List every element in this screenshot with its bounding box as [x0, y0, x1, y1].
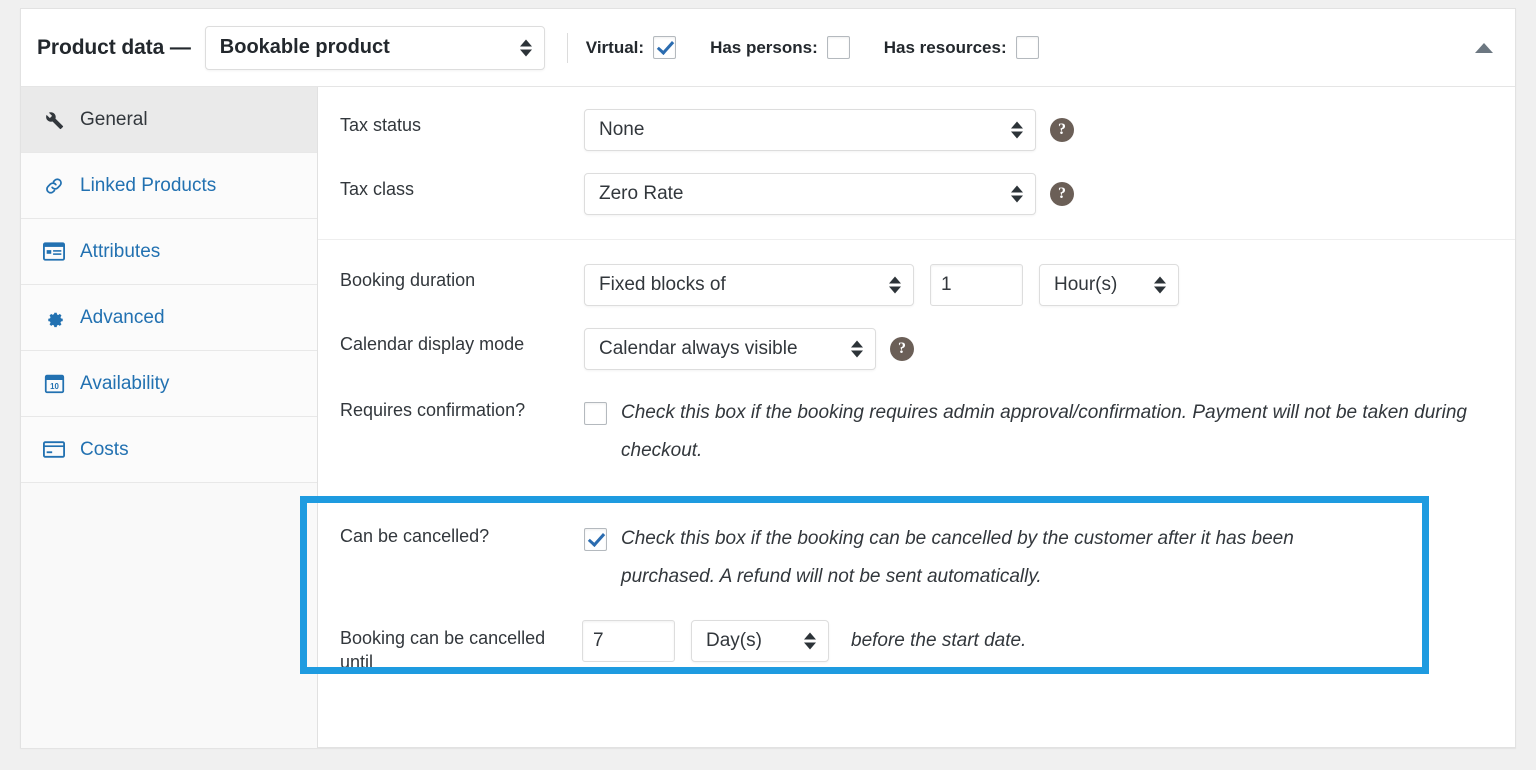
- card-icon: [41, 438, 67, 462]
- svg-text:10: 10: [50, 382, 59, 391]
- booking-duration-label: Booking duration: [340, 264, 584, 292]
- chevron-updown-icon: [804, 633, 816, 650]
- sidebar-item-label: General: [80, 109, 148, 131]
- booking-duration-mode-select[interactable]: Fixed blocks of: [584, 264, 914, 306]
- header-divider: [567, 33, 568, 63]
- booking-duration-unit-select[interactable]: Hour(s): [1039, 264, 1179, 306]
- requires-confirmation-label: Requires confirmation?: [340, 394, 584, 422]
- tax-class-label: Tax class: [340, 173, 584, 201]
- requires-confirmation-checkbox[interactable]: [584, 402, 607, 425]
- sidebar-item-label: Linked Products: [80, 175, 216, 197]
- can-be-cancelled-checkbox[interactable]: [584, 528, 607, 551]
- product-type-value: Bookable product: [220, 36, 390, 59]
- wrench-icon: [41, 108, 67, 132]
- link-icon: [41, 174, 67, 198]
- calendar-icon: 10: [41, 372, 67, 396]
- page-title: Product data —: [37, 36, 191, 60]
- booking-duration-mode-value: Fixed blocks of: [599, 274, 726, 296]
- chevron-updown-icon: [520, 39, 532, 56]
- panel-header: Product data — Bookable product Virtual:…: [21, 9, 1515, 87]
- tax-class-select[interactable]: Zero Rate: [584, 173, 1036, 215]
- sidebar-item-costs[interactable]: Costs: [21, 417, 317, 483]
- has-persons-checkbox-group[interactable]: Has persons:: [710, 36, 850, 59]
- gear-icon: [41, 306, 67, 330]
- calendar-display-mode-value: Calendar always visible: [599, 338, 798, 360]
- chevron-updown-icon: [851, 341, 863, 358]
- virtual-label: Virtual:: [586, 38, 644, 58]
- panel-body: General Linked Products: [21, 87, 1515, 748]
- cancel-until-amount-input[interactable]: [582, 620, 675, 662]
- tax-class-row: Tax class Zero Rate ?: [318, 173, 1515, 215]
- has-resources-label: Has resources:: [884, 38, 1007, 58]
- general-tab-content: Tax status None ? Tax class Zero Rate: [318, 87, 1515, 748]
- sidebar-item-label: Costs: [80, 439, 129, 461]
- calendar-display-mode-help-icon[interactable]: ?: [890, 337, 914, 361]
- tax-status-label: Tax status: [340, 109, 584, 137]
- product-type-select[interactable]: Bookable product: [205, 26, 545, 70]
- product-data-tabs: General Linked Products: [21, 87, 318, 748]
- booking-duration-unit-value: Hour(s): [1054, 274, 1117, 296]
- cancel-until-label: Booking can be cancelled until: [340, 620, 582, 674]
- has-persons-checkbox[interactable]: [827, 36, 850, 59]
- booking-duration-amount-input[interactable]: [930, 264, 1023, 306]
- calendar-display-mode-row: Calendar display mode Calendar always vi…: [318, 328, 1515, 370]
- sidebar-item-advanced[interactable]: Advanced: [21, 285, 317, 351]
- sidebar-item-label: Advanced: [80, 307, 165, 329]
- sidebar-item-attributes[interactable]: Attributes: [21, 219, 317, 285]
- virtual-checkbox[interactable]: [653, 36, 676, 59]
- has-resources-checkbox[interactable]: [1016, 36, 1039, 59]
- attributes-icon: [41, 240, 67, 264]
- requires-confirmation-row: Requires confirmation? Check this box if…: [318, 394, 1515, 470]
- triangle-up-icon[interactable]: [1475, 43, 1493, 53]
- tax-section: Tax status None ? Tax class Zero Rate: [318, 87, 1515, 240]
- sidebar-item-label: Availability: [80, 373, 169, 395]
- sidebar-item-availability[interactable]: 10 Availability: [21, 351, 317, 417]
- cancel-until-row: Booking can be cancelled until Day(s) be…: [318, 620, 1515, 674]
- sidebar-item-linked-products[interactable]: Linked Products: [21, 153, 317, 219]
- cancel-until-unit-value: Day(s): [706, 630, 762, 652]
- sidebar-item-label: Attributes: [80, 241, 160, 263]
- calendar-display-mode-label: Calendar display mode: [340, 328, 584, 356]
- booking-duration-row: Booking duration Fixed blocks of Hour(s): [318, 264, 1515, 306]
- virtual-checkbox-group[interactable]: Virtual:: [586, 36, 676, 59]
- product-data-panel: Product data — Bookable product Virtual:…: [20, 8, 1516, 748]
- tax-status-value: None: [599, 119, 644, 141]
- booking-section: Booking duration Fixed blocks of Hour(s): [318, 240, 1515, 470]
- requires-confirmation-description: Check this box if the booking requires a…: [621, 394, 1475, 470]
- chevron-updown-icon: [1011, 186, 1023, 203]
- cancel-until-unit-select[interactable]: Day(s): [691, 620, 829, 662]
- has-resources-checkbox-group[interactable]: Has resources:: [884, 36, 1039, 59]
- can-be-cancelled-label: Can be cancelled?: [340, 520, 584, 548]
- has-persons-label: Has persons:: [710, 38, 818, 58]
- can-be-cancelled-row: Can be cancelled? Check this box if the …: [318, 520, 1515, 596]
- can-be-cancelled-description: Check this box if the booking can be can…: [621, 520, 1365, 596]
- cancel-until-suffix: before the start date.: [851, 630, 1026, 652]
- tax-class-value: Zero Rate: [599, 183, 683, 205]
- chevron-updown-icon: [1154, 277, 1166, 294]
- tax-status-help-icon[interactable]: ?: [1050, 118, 1074, 142]
- chevron-updown-icon: [1011, 122, 1023, 139]
- tax-class-help-icon[interactable]: ?: [1050, 182, 1074, 206]
- sidebar-item-general[interactable]: General: [21, 87, 317, 153]
- cancellation-section: Can be cancelled? Check this box if the …: [318, 496, 1515, 674]
- calendar-display-mode-select[interactable]: Calendar always visible: [584, 328, 876, 370]
- tax-status-row: Tax status None ?: [318, 109, 1515, 151]
- tax-status-select[interactable]: None: [584, 109, 1036, 151]
- chevron-updown-icon: [889, 277, 901, 294]
